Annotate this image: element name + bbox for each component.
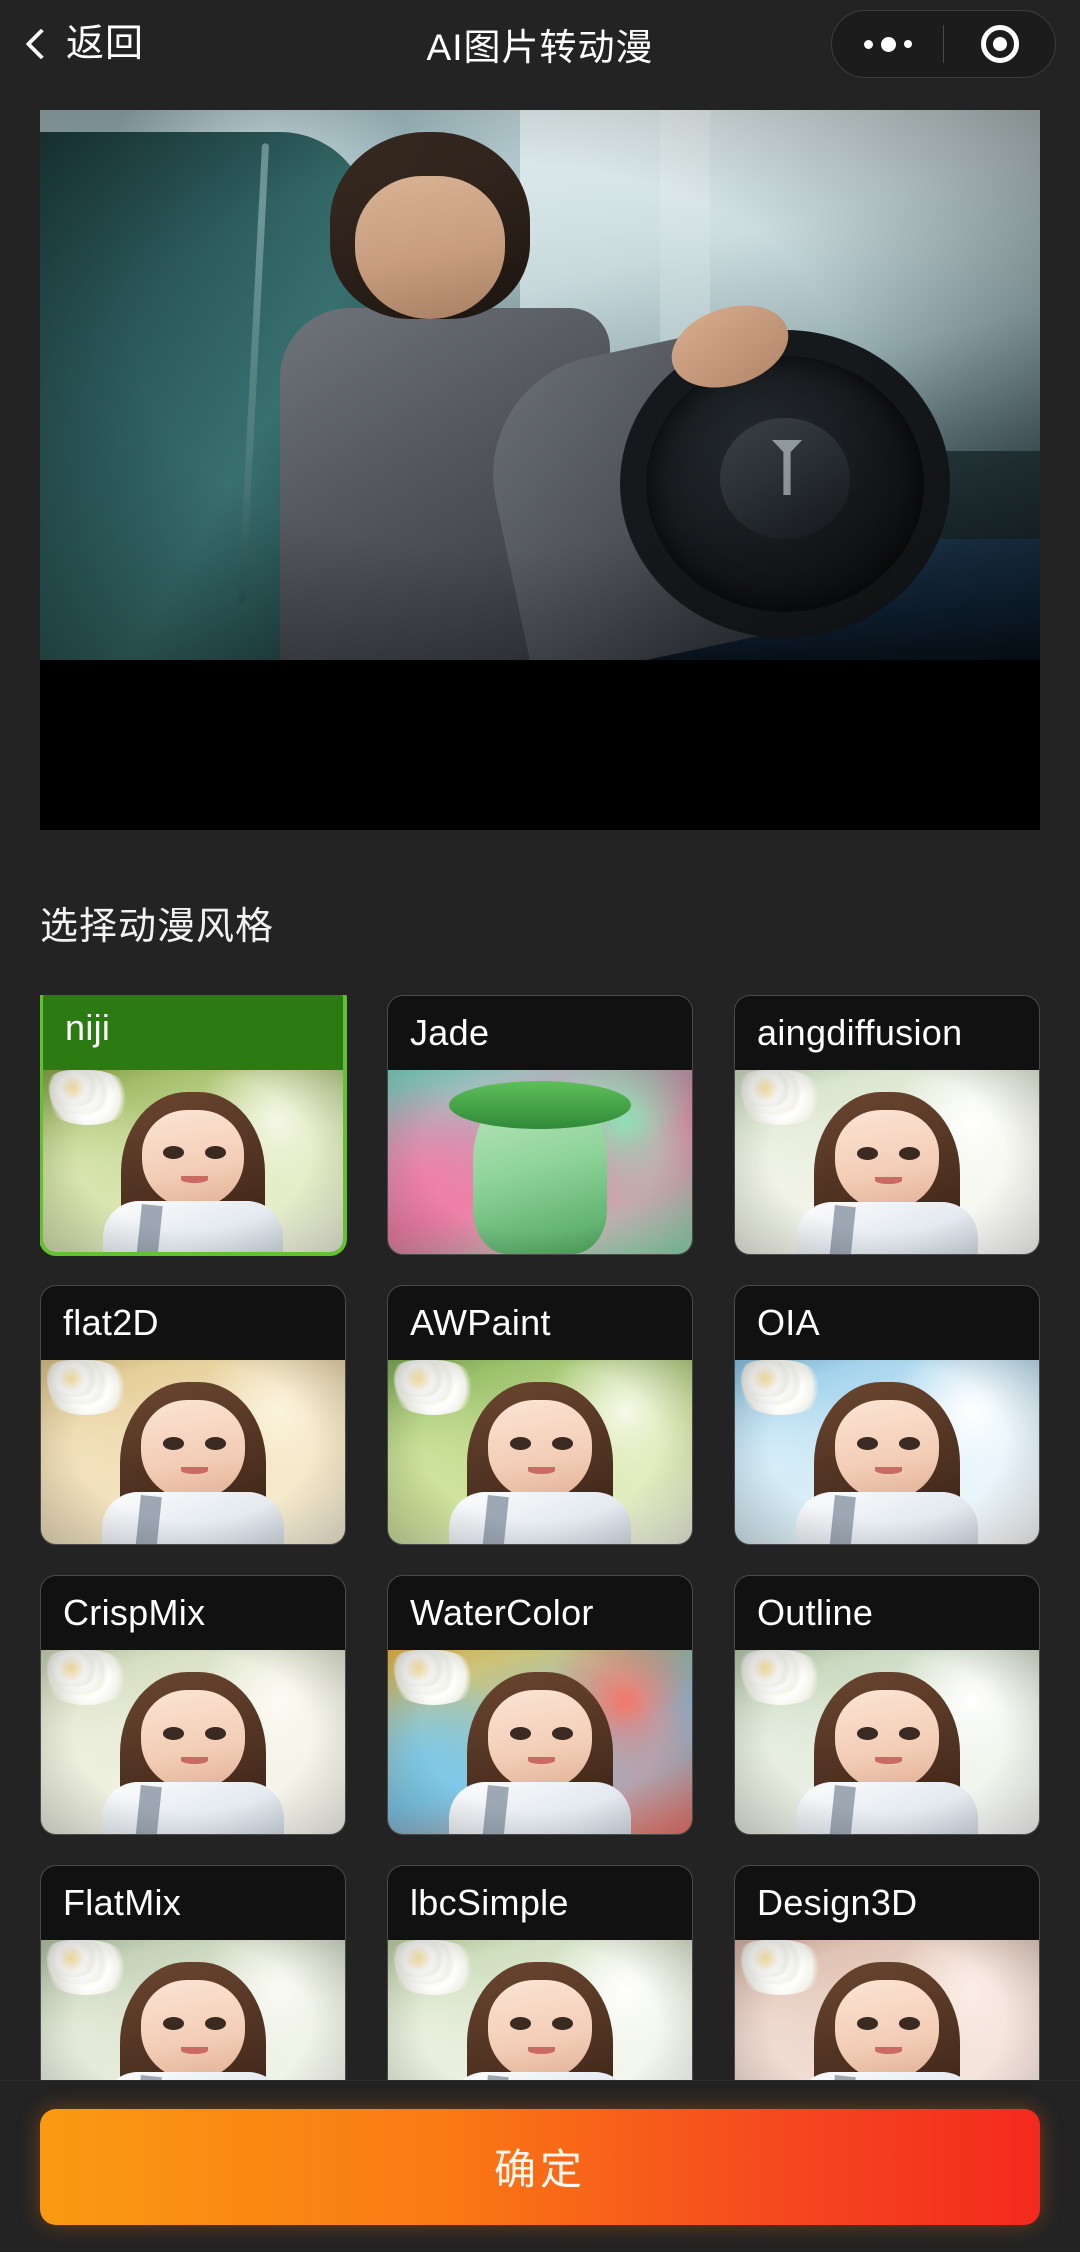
style-card-label: Design3D	[757, 1882, 918, 1923]
chevron-left-icon	[25, 28, 57, 60]
style-card-label: lbcSimple	[410, 1882, 569, 1923]
style-card-thumbnail	[41, 1940, 345, 2080]
style-card-thumbnail	[735, 1940, 1039, 2080]
confirm-button[interactable]: 确定	[40, 2108, 1040, 2225]
style-card-crispmix[interactable]: CrispMix	[40, 1575, 346, 1835]
navigation-bar: 返回 AI图片转动漫	[0, 0, 1080, 88]
style-card-awpaint[interactable]: AWPaint	[387, 1285, 693, 1545]
uploaded-photo	[40, 110, 1040, 660]
back-button[interactable]: 返回	[25, 23, 145, 65]
style-card-thumbnail	[388, 1360, 692, 1544]
style-card-thumbnail	[735, 1070, 1039, 1254]
image-preview[interactable]	[40, 110, 1040, 830]
style-card-thumbnail	[388, 1650, 692, 1834]
style-card-thumbnail	[388, 1940, 692, 2080]
mini-program-screen: 返回 AI图片转动漫 选择动漫风格 niji Jade aingdiffusio…	[0, 0, 1080, 2252]
style-card-thumbnail	[388, 1070, 692, 1254]
style-card-thumbnail	[41, 1650, 345, 1834]
section-title: 选择动漫风格	[40, 906, 275, 948]
style-grid: niji Jade aingdiffusion flat2D AWPaint OIA Cri…	[40, 995, 1040, 2080]
more-dots-icon	[863, 36, 912, 52]
close-miniprogram-button[interactable]	[944, 11, 1055, 77]
style-card-jade[interactable]: Jade	[387, 995, 693, 1255]
style-card-label: WaterColor	[410, 1592, 594, 1633]
style-card-design3d[interactable]: Design3D	[734, 1865, 1040, 2080]
style-card-watercolor[interactable]: WaterColor	[387, 1575, 693, 1835]
style-card-label: AWPaint	[410, 1302, 551, 1343]
style-card-oia[interactable]: OIA	[734, 1285, 1040, 1545]
style-card-flatmix[interactable]: FlatMix	[40, 1865, 346, 2080]
style-card-label: OIA	[757, 1302, 820, 1343]
style-card-niji[interactable]: niji	[40, 995, 346, 1255]
style-card-label: aingdiffusion	[757, 1012, 963, 1053]
more-menu-button[interactable]	[832, 11, 943, 77]
style-card-aingdiffusion[interactable]: aingdiffusion	[734, 995, 1040, 1255]
style-card-label: FlatMix	[63, 1882, 182, 1923]
back-button-label: 返回	[66, 23, 145, 65]
style-card-thumbnail	[41, 1360, 345, 1544]
style-card-label: niji	[43, 995, 343, 1070]
style-card-thumbnail	[735, 1360, 1039, 1544]
style-card-label: Jade	[410, 1012, 490, 1053]
footer-bar: 确定	[0, 2080, 1080, 2252]
style-card-thumbnail	[43, 1070, 343, 1252]
style-card-label: CrispMix	[63, 1592, 206, 1633]
style-card-outline[interactable]: Outline	[734, 1575, 1040, 1835]
style-card-thumbnail	[735, 1650, 1039, 1834]
wechat-capsule	[831, 10, 1056, 78]
style-card-label: flat2D	[63, 1302, 159, 1343]
style-card-lbcsimple[interactable]: lbcSimple	[387, 1865, 693, 2080]
style-card-label: Outline	[757, 1592, 874, 1633]
style-card-flat2d[interactable]: flat2D	[40, 1285, 346, 1545]
target-circle-icon	[980, 25, 1019, 63]
